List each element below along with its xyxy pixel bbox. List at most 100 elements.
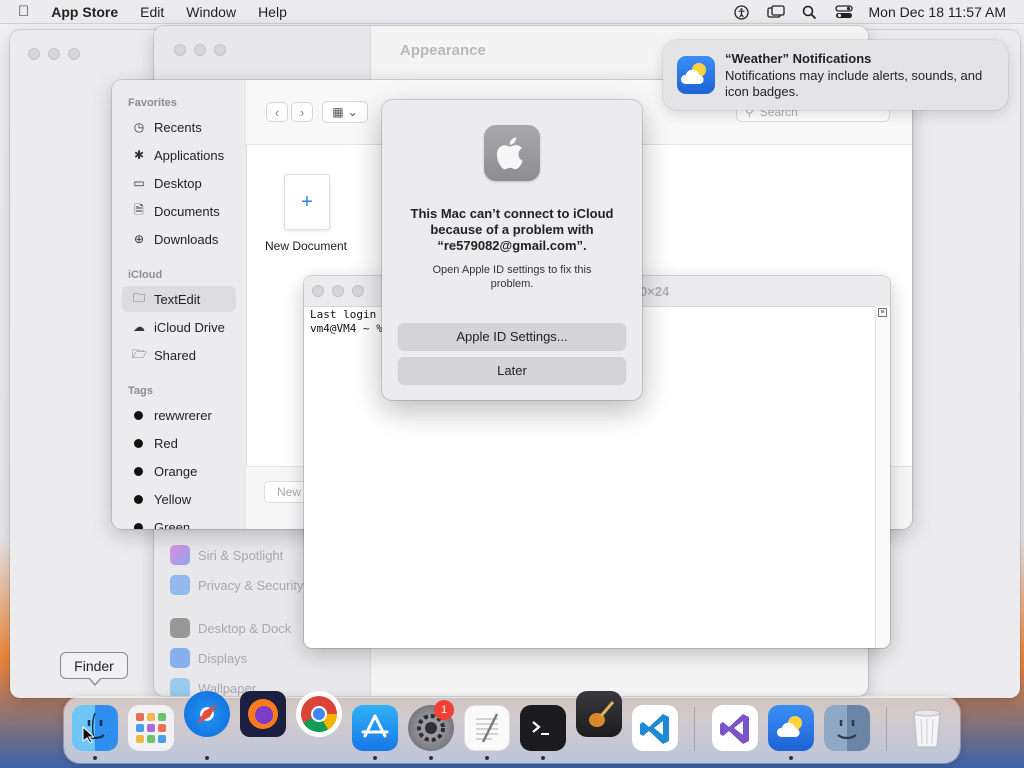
zoom-icon[interactable] [352,285,364,297]
terminal-title: 0×24 [640,284,670,299]
sidebar-item-label: Green [154,519,191,530]
textedit-icon[interactable] [464,705,510,751]
settings-item-displays[interactable]: Displays [170,648,247,668]
running-indicator [93,756,97,760]
sidebar-header-favorites: Favorites [128,97,177,109]
finder-icon[interactable] [72,705,118,751]
close-icon[interactable] [28,48,40,60]
zoom-icon[interactable] [68,48,80,60]
close-icon[interactable] [312,285,324,297]
view-options-button[interactable]: ▦ ⌄ [322,101,368,123]
minimize-icon[interactable] [194,44,206,56]
settings-item-label: Privacy & Security [198,577,304,593]
safari-icon[interactable] [184,691,230,737]
sidebar-tag-red[interactable]: Red [122,430,236,456]
notification-body: Notifications may include alerts, sounds… [725,68,983,99]
visual-studio-icon[interactable] [712,705,758,751]
icloud-alert-dialog: This Mac can’t connect to iCloud because… [382,100,642,400]
mouse-cursor-icon [82,725,96,749]
zoom-icon[interactable] [214,44,226,56]
spotlight-search-icon[interactable] [801,5,819,19]
dock-tooltip: Finder [60,652,128,679]
tag-dot-icon [134,494,143,504]
close-icon[interactable] [174,44,186,56]
accessibility-icon[interactable] [733,4,751,20]
running-indicator [429,756,433,760]
sidebar-item-icloud-drive[interactable]: ☁ iCloud Drive [122,314,236,340]
minimize-icon[interactable] [48,48,60,60]
menu-window[interactable]: Window [186,4,236,20]
sidebar-tag-orange[interactable]: Orange [122,458,236,484]
tooltip-arrow-fill [89,677,101,684]
sidebar-item-textedit[interactable]: 🗀 TextEdit [122,286,236,312]
new-document-icon[interactable]: + [284,174,330,230]
sidebar-item-label: Documents [154,203,220,219]
download-icon: ⊕ [133,232,145,246]
settings-item-label: Siri & Spotlight [198,547,284,563]
chevron-down-icon: ⌄ [347,105,358,119]
sidebar-item-label: Orange [154,463,198,479]
weather-icon[interactable] [768,705,814,751]
menu-app-name[interactable]: App Store [51,4,118,20]
sidebar-item-label: Yellow [154,491,192,507]
terminal-icon[interactable] [520,705,566,751]
sidebar-tag-green[interactable]: Green [122,514,236,529]
sidebar-item-shared[interactable]: 🗁 Shared [122,342,236,368]
apple-menu-icon[interactable]:  [18,3,29,20]
sidebar-header-icloud: iCloud [128,269,163,281]
trash-icon[interactable] [904,705,950,751]
desktop-icon: ▭ [133,176,145,190]
sidebar-item-recents[interactable]: ◷ Recents [122,114,236,140]
sidebar-item-documents[interactable]: 🗎 Documents [122,198,236,224]
sidebar-item-label: TextEdit [154,291,201,307]
dialog-message: Open Apple ID settings to fix this probl… [432,264,592,290]
menu-edit[interactable]: Edit [140,4,164,20]
app-store-icon[interactable] [352,705,398,751]
settings-item-siri-spotlight[interactable]: Siri & Spotlight [170,545,283,565]
garageband-icon[interactable] [576,691,622,737]
menu-clock[interactable]: Mon Dec 18 11:57 AM [869,4,1006,20]
vscode-icon[interactable] [632,705,678,751]
settings-item-privacy[interactable]: Privacy & Security [170,575,303,595]
tag-dot-icon [134,410,143,420]
applications-icon: ✱ [133,148,145,162]
settings-item-label: Desktop & Dock [198,620,292,636]
launchpad-icon[interactable] [128,705,174,751]
settings-item-desktop-dock[interactable]: Desktop & Dock [170,618,291,638]
weather-notification-banner[interactable]: “Weather” Notifications Notifications ma… [663,40,1008,110]
split-pane-icon[interactable]: ≡ [878,308,887,317]
menu-help[interactable]: Help [258,4,287,20]
later-button[interactable]: Later [398,357,626,384]
control-center-icon[interactable] [834,5,853,19]
sidebar-item-desktop[interactable]: ▭ Desktop [122,170,236,196]
finder-alt-icon[interactable] [824,705,870,751]
terminal-scrollbar[interactable]: ≡ [875,306,890,648]
screen-mirroring-icon[interactable] [766,5,785,19]
settings-item-label: Displays [198,650,248,666]
tag-dot-icon [134,522,143,529]
clock-icon: ◷ [133,120,145,134]
apple-id-settings-button[interactable]: Apple ID Settings... [398,323,626,350]
sidebar-item-label: Shared [154,347,196,363]
sidebar-tag-yellow[interactable]: Yellow [122,486,236,512]
new-document-label[interactable]: New Document [256,239,356,253]
sidebar-item-applications[interactable]: ✱ Applications [122,142,236,168]
firefox-icon[interactable] [240,691,286,737]
plus-icon: + [301,190,313,213]
sidebar-item-label: Downloads [154,231,219,247]
sidebar-item-label: Recents [154,119,202,135]
forward-button[interactable]: › [291,102,313,122]
running-indicator [541,756,545,760]
minimize-icon[interactable] [332,285,344,297]
chrome-icon[interactable] [296,691,342,737]
back-button[interactable]: ‹ [266,102,288,122]
sidebar-tag-rewwrerer[interactable]: rewwrerer [122,402,236,428]
settings-pane-title: Appearance [400,42,486,59]
system-settings-icon[interactable]: 1 [408,700,454,751]
cloud-icon: ☁ [133,320,145,334]
sidebar-item-label: Applications [154,147,225,163]
sidebar-item-downloads[interactable]: ⊕ Downloads [122,226,236,252]
grid-icon: ▦ [332,105,344,119]
terminal-output[interactable]: Last login vm4@VM4 ~ % [310,308,383,336]
folder-icon: 🗀 [132,290,145,305]
